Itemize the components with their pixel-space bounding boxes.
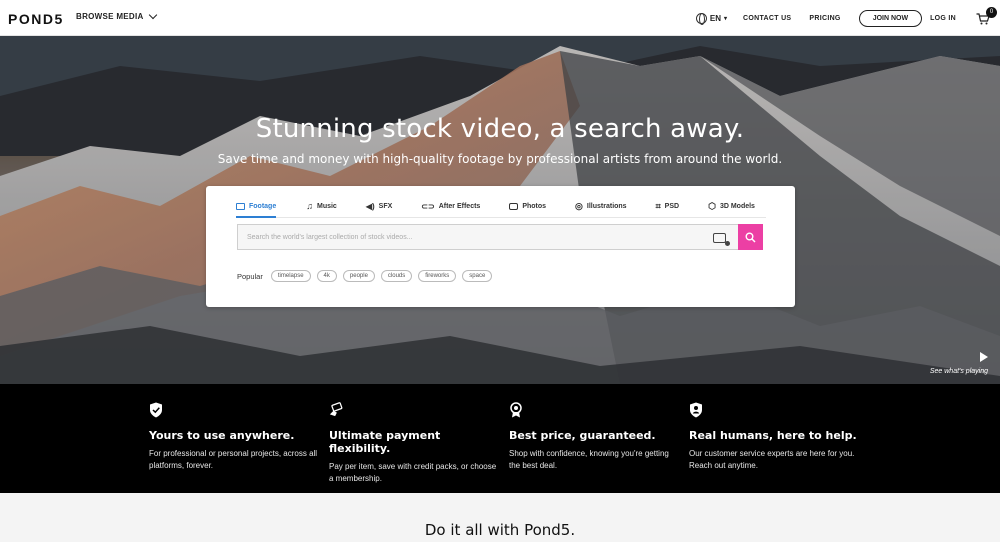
camera-icon bbox=[509, 202, 519, 210]
popular-chip-4k[interactable]: 4k bbox=[316, 270, 337, 282]
right-nav: EN ▾ CONTACT US PRICING JOIN NOW LOG IN … bbox=[695, 0, 997, 36]
tab-sfx[interactable]: ◀) SFX bbox=[366, 198, 421, 214]
speaker-icon: ◀) bbox=[365, 201, 375, 211]
top-navigation-bar: POND5 BROWSE MEDIA EN ▾ CONTACT US PRICI… bbox=[0, 0, 1000, 36]
tab-label: Photos bbox=[522, 202, 547, 210]
join-now-button[interactable]: JOIN NOW bbox=[858, 9, 923, 27]
image-search-icon[interactable] bbox=[713, 233, 730, 246]
search-icon bbox=[745, 232, 756, 243]
music-note-icon: ♫ bbox=[306, 201, 313, 211]
cart-count-badge: 0 bbox=[986, 7, 997, 18]
feature-text: Our customer service experts are here fo… bbox=[689, 449, 855, 470]
tab-illustrations[interactable]: ◎ Illustrations bbox=[575, 198, 656, 214]
tab-3d-models[interactable]: ⬡ 3D Models bbox=[708, 198, 755, 214]
browse-media-label: BROWSE MEDIA bbox=[76, 12, 144, 21]
tab-photos[interactable]: Photos bbox=[509, 198, 575, 214]
feature-text: For professional or personal projects, a… bbox=[149, 449, 318, 470]
card-hand-icon bbox=[329, 402, 343, 417]
tab-label: Music bbox=[316, 202, 337, 210]
caret-down-icon: ▾ bbox=[724, 15, 728, 22]
hero-title: Stunning stock video, a search away. bbox=[255, 114, 745, 144]
media-type-tabs: Footage ♫ Music ◀) SFX ⊂⊃ After Effects … bbox=[236, 198, 766, 218]
see-whats-playing-link[interactable]: See what's playing bbox=[930, 368, 988, 375]
search-placeholder: Search the world's largest collection of… bbox=[247, 233, 413, 241]
tab-label: Footage bbox=[249, 202, 277, 210]
tab-footage[interactable]: Footage bbox=[236, 198, 277, 218]
search-card: Footage ♫ Music ◀) SFX ⊂⊃ After Effects … bbox=[206, 186, 795, 307]
tab-label: After Effects bbox=[438, 202, 481, 210]
crop-icon: ⌗ bbox=[655, 200, 661, 211]
tab-label: 3D Models bbox=[719, 202, 755, 210]
ae-icon: ⊂⊃ bbox=[421, 201, 435, 211]
section-title: Do it all with Pond5. bbox=[424, 521, 576, 539]
globe-icon bbox=[695, 12, 707, 25]
tab-after-effects[interactable]: ⊂⊃ After Effects bbox=[421, 198, 509, 214]
popular-searches: Popular timelapse 4k people clouds firew… bbox=[237, 270, 493, 282]
tab-music[interactable]: ♫ Music bbox=[306, 198, 366, 214]
chevron-down-icon bbox=[148, 10, 157, 20]
popular-label: Popular bbox=[237, 271, 263, 281]
hero-section: Stunning stock video, a search away. Sav… bbox=[0, 36, 1000, 384]
play-icon[interactable] bbox=[980, 352, 988, 362]
pricing-link[interactable]: PRICING bbox=[809, 15, 840, 22]
language-label: EN bbox=[709, 13, 722, 23]
search-input[interactable]: Search the world's largest collection of… bbox=[237, 224, 738, 250]
log-in-link[interactable]: LOG IN bbox=[930, 15, 956, 22]
feature-item: Ultimate payment flexibility. Pay per it… bbox=[329, 402, 499, 485]
feature-title: Real humans, here to help. bbox=[689, 429, 857, 442]
tab-psd[interactable]: ⌗ PSD bbox=[656, 198, 708, 214]
tab-label: Illustrations bbox=[586, 202, 627, 210]
features-band: Yours to use anywhere. For professional … bbox=[0, 384, 1000, 493]
feature-title: Ultimate payment flexibility. bbox=[329, 429, 441, 455]
popular-chip-timelapse[interactable]: timelapse bbox=[270, 270, 311, 282]
popular-chip-fireworks[interactable]: fireworks bbox=[418, 270, 457, 282]
popular-chip-clouds[interactable]: clouds bbox=[380, 270, 413, 282]
feature-item: Yours to use anywhere. For professional … bbox=[149, 402, 319, 472]
contact-us-link[interactable]: CONTACT US bbox=[743, 15, 791, 22]
feature-item: Best price, guaranteed. Shop with confid… bbox=[509, 402, 679, 472]
video-icon bbox=[236, 202, 245, 210]
language-selector[interactable]: EN ▾ bbox=[695, 12, 728, 25]
popular-chip-people[interactable]: people bbox=[342, 270, 375, 282]
cart-button[interactable]: 0 bbox=[976, 7, 997, 25]
feature-item: Real humans, here to help. Our customer … bbox=[689, 402, 859, 472]
feature-title: Best price, guaranteed. bbox=[509, 429, 656, 442]
hero-subtitle: Save time and money with high-quality fo… bbox=[217, 152, 783, 166]
illustration-icon: ◎ bbox=[575, 200, 583, 211]
shield-check-icon bbox=[150, 402, 162, 418]
browse-media-menu[interactable]: BROWSE MEDIA bbox=[76, 10, 157, 21]
cube-icon: ⬡ bbox=[708, 200, 716, 211]
tab-label: PSD bbox=[664, 202, 680, 210]
feature-text: Pay per item, save with credit packs, or… bbox=[329, 462, 497, 483]
feature-title: Yours to use anywhere. bbox=[149, 429, 295, 442]
search-button[interactable] bbox=[738, 224, 763, 250]
popular-chip-space[interactable]: space bbox=[462, 270, 493, 282]
person-icon bbox=[690, 402, 702, 418]
tab-label: SFX bbox=[378, 202, 393, 210]
award-ribbon-icon bbox=[510, 402, 522, 418]
pond5-logo[interactable]: POND5 bbox=[8, 11, 64, 27]
search-row: Search the world's largest collection of… bbox=[237, 224, 763, 250]
feature-text: Shop with confidence, knowing you're get… bbox=[509, 449, 669, 470]
